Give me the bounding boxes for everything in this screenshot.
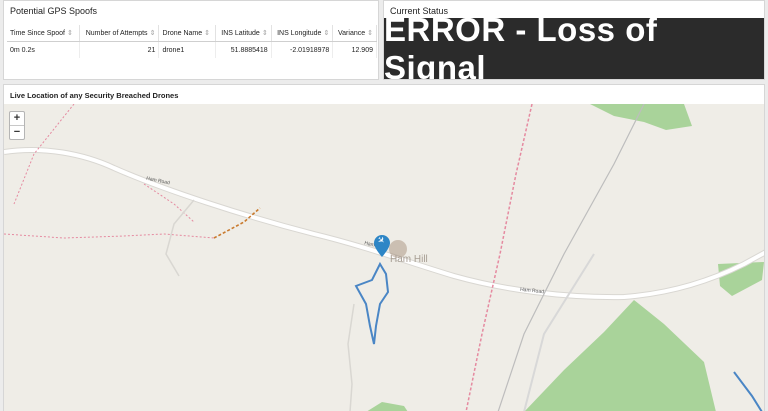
status-message: ERROR - Loss of Signal	[384, 11, 764, 79]
map[interactable]: Ham Road Ham Road Ham Road Ham Hill ✈ + …	[4, 104, 764, 411]
drone-track	[354, 261, 390, 345]
panel-title: Potential GPS Spoofs	[10, 6, 98, 16]
table-header-row: Time Since Spoof ⇕ Number of Attempts ⇕ Dr…	[7, 25, 377, 42]
place-label: Ham Hill	[390, 254, 428, 265]
panel-title: Live Location of any Security Breached D…	[10, 91, 179, 100]
boundary-path	[465, 104, 533, 411]
park-area	[590, 104, 692, 130]
map-tiles	[4, 104, 764, 411]
current-status-panel: Current Status ERROR - Loss of Signal	[383, 0, 765, 80]
sort-icon: ⇕	[67, 30, 73, 37]
park-area	[524, 300, 716, 411]
park-area	[367, 402, 408, 411]
track	[347, 303, 355, 411]
water-stream	[733, 371, 763, 411]
map-panel: Live Location of any Security Breached D…	[3, 84, 765, 411]
col-header-attempts[interactable]: Number of Attempts ⇕	[79, 25, 160, 42]
drone-marker[interactable]: ✈	[374, 234, 390, 257]
zoom-out-button[interactable]: −	[10, 125, 24, 139]
col-header-variance[interactable]: Variance ⇕	[332, 25, 377, 42]
cell-lon: -2.01918978	[271, 41, 334, 58]
cell-variance: 12.909	[332, 41, 377, 58]
zoom-in-button[interactable]: +	[10, 112, 24, 125]
sort-icon: ⇕	[204, 30, 210, 37]
sort-icon: ⇕	[261, 30, 268, 37]
spoofs-table: Time Since Spoof ⇕ Number of Attempts ⇕ Dr…	[7, 25, 377, 58]
sort-icon: ⇕	[367, 30, 373, 37]
sort-icon: ⇕	[149, 30, 156, 37]
cell-attempts: 21	[79, 41, 160, 58]
table-row[interactable]: 0m 0.2s 21 drone1 51.8885418 -2.01918978…	[7, 41, 377, 58]
col-header-lat[interactable]: INS Latitude ⇕	[215, 25, 272, 42]
col-header-drone[interactable]: Drone Name ⇕	[158, 25, 217, 42]
col-header-time[interactable]: Time Since Spoof ⇕	[7, 25, 80, 42]
road	[4, 147, 764, 301]
sort-icon: ⇕	[323, 30, 330, 37]
zoom-control: + −	[9, 111, 25, 140]
cell-lat: 51.8885418	[215, 41, 272, 58]
col-header-lon[interactable]: INS Longitude ⇕	[271, 25, 334, 42]
cell-drone: drone1	[158, 41, 217, 58]
gps-spoofs-panel: Potential GPS Spoofs Time Since Spoof ⇕ N…	[3, 0, 379, 80]
track	[165, 199, 195, 277]
cell-time: 0m 0.2s	[7, 41, 80, 58]
boundary-path	[4, 233, 215, 239]
